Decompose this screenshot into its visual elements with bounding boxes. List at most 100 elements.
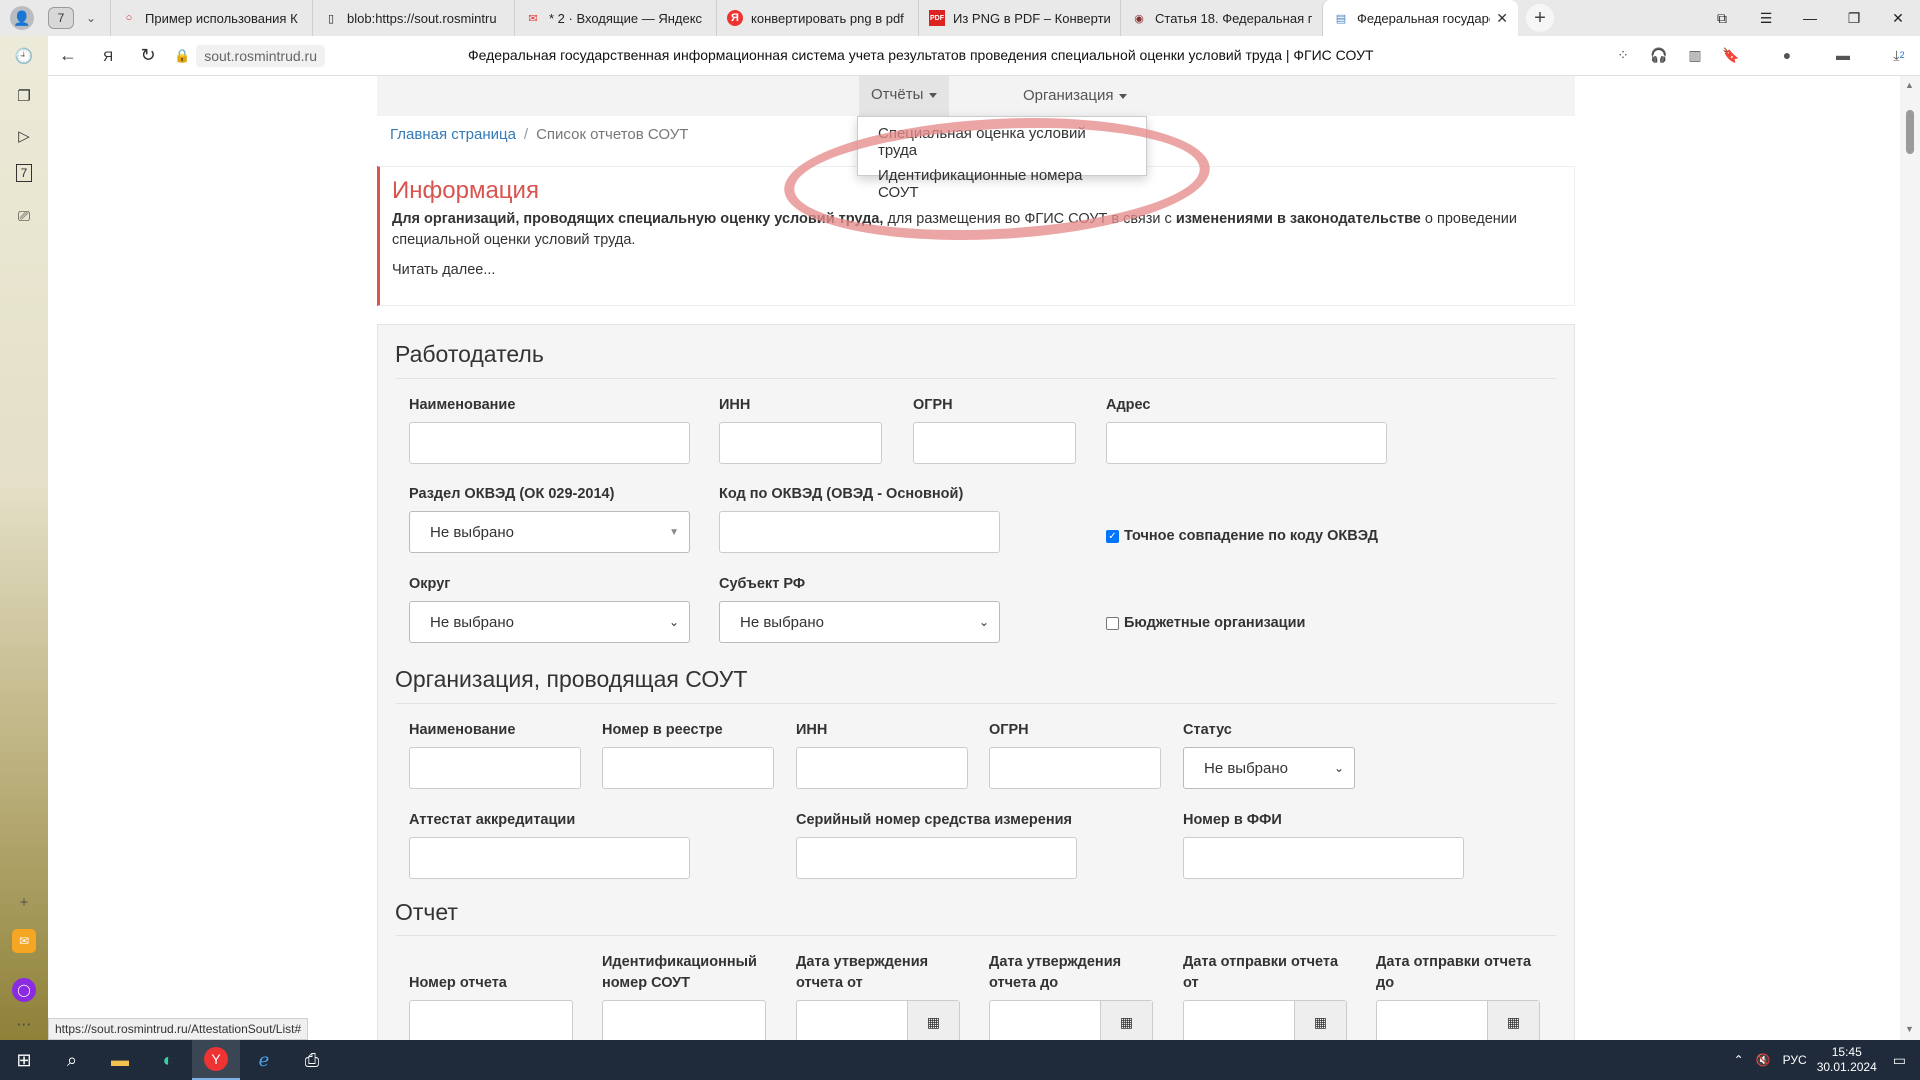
close-window-icon[interactable]: ✕ [1876,0,1920,36]
district-value: Не выбрано [430,613,514,631]
browser-tab[interactable]: ✉ * 2 · Входящие — Яндекс П [514,0,716,36]
restore-icon[interactable]: ❐ [1832,0,1876,36]
internet-explorer-icon[interactable]: ℯ [240,1040,288,1080]
okved-code-input[interactable] [719,511,1000,553]
org-name-input[interactable] [409,747,581,789]
history-icon[interactable]: 🕘 [12,44,36,68]
nav-reports[interactable]: Отчёты [859,76,950,116]
checkbox-checked-icon[interactable]: ✓ [1106,529,1119,543]
close-icon[interactable]: ✕ [1490,10,1508,27]
alice-icon[interactable]: ◯ [12,978,36,1002]
system-tray: ⌃ 🔇 РУС 15:45 30.01.2024 ▭ [1734,1040,1920,1080]
budget-checkbox[interactable]: Бюджетные организации [1106,615,1305,631]
scroll-down-icon[interactable]: ▼ [1905,1024,1914,1034]
approve-to-input[interactable]: ▦ [989,1000,1153,1040]
download-icon[interactable]: ⤓ 2 [1888,44,1910,66]
clock[interactable]: 15:45 30.01.2024 [1817,1045,1877,1075]
accreditation-input[interactable] [409,837,690,879]
yandex-browser-icon[interactable]: Y [192,1040,240,1080]
browser-tab[interactable]: ▯ blob:https://sout.rosmintru [312,0,514,36]
chevron-down-icon[interactable]: ⌄ [80,11,102,25]
nav-organization[interactable]: Организация [1023,87,1128,104]
browser-tab[interactable]: ○ Пример использования К [110,0,312,36]
report-number-input[interactable] [409,1000,573,1040]
printer-app-icon[interactable]: ⎙ [288,1040,336,1080]
browser-tab-bar: 👤 7 ⌄ ○ Пример использования К ▯ blob:ht… [0,0,1920,36]
org-ogrn-label: ОГРН [989,722,1029,738]
browser-tab[interactable]: PDF Из PNG в PDF – Конвертир [918,0,1120,36]
volume-icon[interactable]: 🔇 [1756,1053,1771,1067]
breadcrumb-home-link[interactable]: Главная страница [390,126,516,143]
windows-taskbar: ⊞ ⌕ ▬ ◐ Y ℯ ⎙ ⌃ 🔇 РУС 15:45 30.01.2024 ▭ [0,1040,1920,1080]
ffi-number-input[interactable] [1183,837,1464,879]
exact-match-checkbox[interactable]: ✓ Точное совпадение по коду ОКВЭД [1106,528,1378,544]
serial-number-input[interactable] [796,837,1077,879]
protect-icon[interactable]: ▬ [1832,44,1854,66]
profile-icon[interactable]: 👤 [10,6,34,30]
bookmark-icon[interactable]: 🔖 [1720,44,1742,66]
tab-counter[interactable]: 7 [48,7,74,29]
file-explorer-icon[interactable]: ▬ [96,1040,144,1080]
language-indicator[interactable]: РУС [1783,1053,1807,1067]
district-select[interactable]: Не выбрано ⌄ [409,601,690,643]
edge-icon[interactable]: ◐ [144,1040,192,1080]
sent-from-input[interactable]: ▦ [1183,1000,1347,1040]
calendar-icon[interactable]: ▦ [1487,1001,1539,1040]
okved-section-value: Не выбрано [430,523,514,541]
org-status-select[interactable]: Не выбрано ⌄ [1183,747,1355,789]
scroll-up-icon[interactable]: ▲ [1905,80,1914,90]
bookmark-tabs-icon[interactable]: ⧉ [1700,0,1744,36]
approve-from-label: Дата утверждения отчета от [796,954,929,991]
reader-icon[interactable]: ▥ [1684,44,1706,66]
mail-app-icon[interactable]: ✉ [12,929,36,953]
browser-tab-active[interactable]: ▤ Федеральная государст ✕ [1322,0,1518,36]
read-more-link[interactable]: Читать далее... [392,262,1564,278]
calendar-icon[interactable]: ▦ [907,1001,959,1040]
windows-start-icon[interactable]: ⊞ [0,1040,48,1080]
reload-icon[interactable]: ↻ [128,45,168,66]
org-ogrn-input[interactable] [989,747,1161,789]
sout-id-input[interactable] [602,1000,766,1040]
more-icon[interactable]: ⋯ [12,1012,36,1036]
back-icon[interactable]: ← [48,45,88,66]
notifications-icon[interactable]: ▭ [1893,1052,1906,1069]
new-tab-button[interactable]: + [1526,4,1554,32]
scrollbar-thumb[interactable] [1906,110,1914,154]
org-registry-input[interactable] [602,747,774,789]
org-inn-input[interactable] [796,747,968,789]
collections-icon[interactable]: ❐ [12,84,36,108]
sent-to-label: Дата отправки отчета до [1376,954,1532,991]
calendar-icon[interactable]: ▦ [1100,1001,1152,1040]
menu-icon[interactable]: ☰ [1744,0,1788,36]
tab-seven-icon[interactable]: 7 [16,164,32,182]
tab-title: конвертировать png в pdf [751,10,904,26]
lock-icon[interactable]: 🔒 [174,48,190,64]
search-icon[interactable]: ⌕ [48,1040,96,1080]
browser-tab[interactable]: Я конвертировать png в pdf [716,0,918,36]
employer-name-input[interactable] [409,422,690,464]
video-icon[interactable]: ▷ [12,124,36,148]
screenshot-icon[interactable]: ⎚ [12,204,36,228]
add-icon[interactable]: + [12,890,36,914]
apps-icon[interactable]: ⁘ [1612,44,1634,66]
sent-to-input[interactable]: ▦ [1376,1000,1540,1040]
okved-section-select[interactable]: Не выбрано ▼ [409,511,690,553]
checkbox-unchecked-icon[interactable] [1106,616,1119,630]
minimize-icon[interactable]: — [1788,0,1832,36]
url-domain[interactable]: sout.rosmintrud.ru [196,44,326,67]
headphones-icon[interactable]: 🎧 [1648,44,1670,66]
extension-icon[interactable]: ● [1776,44,1798,66]
calendar-icon[interactable]: ▦ [1294,1001,1346,1040]
page-scrollbar[interactable]: ▲ ▼ [1900,76,1920,1040]
opera-icon: ○ [125,12,133,24]
breadcrumb-separator: / [523,126,529,143]
yandex-home-icon[interactable]: Я [88,48,128,64]
caret-down-icon [1119,93,1128,99]
employer-inn-input[interactable] [719,422,882,464]
employer-address-input[interactable] [1106,422,1387,464]
browser-tab[interactable]: ◉ Статья 18. Федеральная го [1120,0,1322,36]
employer-ogrn-input[interactable] [913,422,1076,464]
subject-select[interactable]: Не выбрано ⌄ [719,601,1000,643]
tray-chevron-up-icon[interactable]: ⌃ [1734,1053,1744,1067]
approve-from-input[interactable]: ▦ [796,1000,960,1040]
